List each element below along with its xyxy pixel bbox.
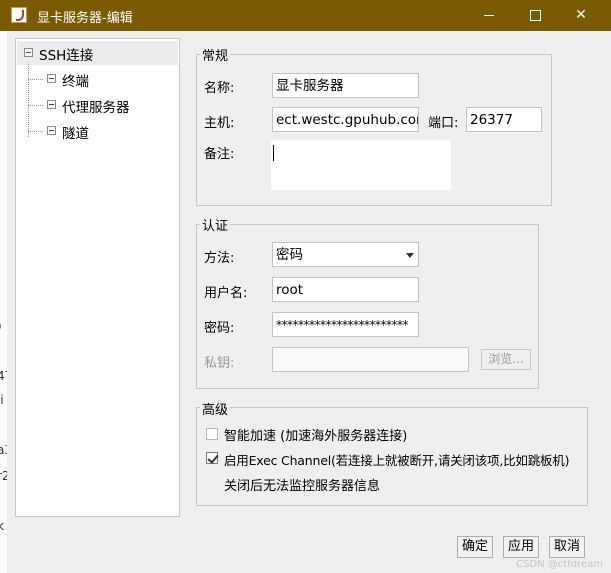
- minimize-icon: [484, 14, 494, 16]
- password-field[interactable]: ************************: [272, 312, 419, 337]
- ok-button[interactable]: 确定: [457, 536, 493, 558]
- settings-tree: SSH连接 终端 代理服务器 隧道: [15, 38, 180, 517]
- auth-legend: 认证: [200, 215, 231, 234]
- private-key-field[interactable]: [272, 347, 469, 372]
- close-icon: ✕: [575, 7, 587, 23]
- watermark: CSDN @ctfdream: [516, 559, 603, 570]
- background-window-edge: ) 47 li a3 r2 k: [0, 31, 7, 573]
- name-label: 名称:: [204, 81, 235, 96]
- bg-text-fragment: ): [0, 319, 2, 333]
- bg-text-fragment: a3: [0, 443, 7, 457]
- browse-button[interactable]: 浏览...: [481, 349, 531, 370]
- bg-text-fragment: 47: [0, 369, 7, 383]
- window-title: 显卡服务器-编辑: [37, 11, 133, 26]
- private-key-label: 私钥:: [204, 356, 235, 371]
- java-app-icon: [11, 7, 27, 23]
- tree-item-proxy[interactable]: 代理服务器: [62, 96, 130, 116]
- exec-channel-label[interactable]: 启用Exec Channel(若连接上就被断开,请关闭该项,比如跳板机): [224, 450, 569, 469]
- general-legend: 常规: [200, 45, 231, 64]
- method-label: 方法:: [204, 251, 235, 266]
- tree-guide-line: [28, 131, 43, 132]
- minimize-button[interactable]: [466, 0, 512, 31]
- collapse-icon[interactable]: [47, 74, 56, 83]
- bg-text-fragment: r2: [0, 469, 7, 483]
- method-selected-value: 密码: [276, 247, 303, 263]
- collapse-icon[interactable]: [24, 48, 33, 57]
- smart-accel-checkbox[interactable]: [206, 428, 218, 440]
- tree-item-ssh[interactable]: SSH连接: [39, 44, 93, 64]
- tree-guide-line: [28, 79, 43, 80]
- exec-channel-checkbox[interactable]: [206, 452, 218, 464]
- name-field[interactable]: 显卡服务器: [272, 73, 419, 98]
- username-field[interactable]: root: [272, 277, 419, 302]
- collapse-icon[interactable]: [47, 100, 56, 109]
- title-bar: 显卡服务器-编辑 ✕: [0, 0, 611, 31]
- tree-item-tunnel[interactable]: 隧道: [62, 122, 89, 142]
- cancel-button[interactable]: 取消: [549, 536, 585, 558]
- collapse-icon[interactable]: [47, 126, 56, 135]
- host-field[interactable]: ect.westc.gpuhub.com: [272, 107, 419, 132]
- note-textarea[interactable]: [271, 140, 451, 190]
- port-field[interactable]: 26377: [466, 107, 542, 132]
- tree-guide-line: [28, 62, 29, 137]
- bg-text-fragment: k: [0, 519, 4, 533]
- method-select[interactable]: 密码: [272, 242, 419, 267]
- password-label: 密码:: [204, 321, 235, 336]
- maximize-icon: [529, 9, 541, 21]
- tree-item-terminal[interactable]: 终端: [62, 70, 89, 90]
- text-caret: [273, 145, 274, 161]
- advanced-legend: 高级: [200, 399, 231, 418]
- close-button[interactable]: ✕: [558, 0, 604, 31]
- maximize-button[interactable]: [512, 0, 558, 31]
- tree-guide-line: [28, 105, 43, 106]
- port-label: 端口:: [428, 116, 459, 131]
- chevron-down-icon: [406, 253, 414, 258]
- smart-accel-label[interactable]: 智能加速 (加速海外服务器连接): [224, 425, 407, 444]
- dialog-content: SSH连接 终端 代理服务器 隧道 常规 名称: 显卡服务器 主机: ect.w…: [7, 31, 611, 573]
- username-label: 用户名:: [204, 286, 248, 301]
- host-label: 主机:: [204, 116, 235, 131]
- bg-text-fragment: li: [0, 393, 4, 407]
- note-label: 备注:: [204, 147, 235, 162]
- exec-channel-note: 关闭后无法监控服务器信息: [224, 479, 381, 494]
- apply-button[interactable]: 应用: [503, 536, 539, 558]
